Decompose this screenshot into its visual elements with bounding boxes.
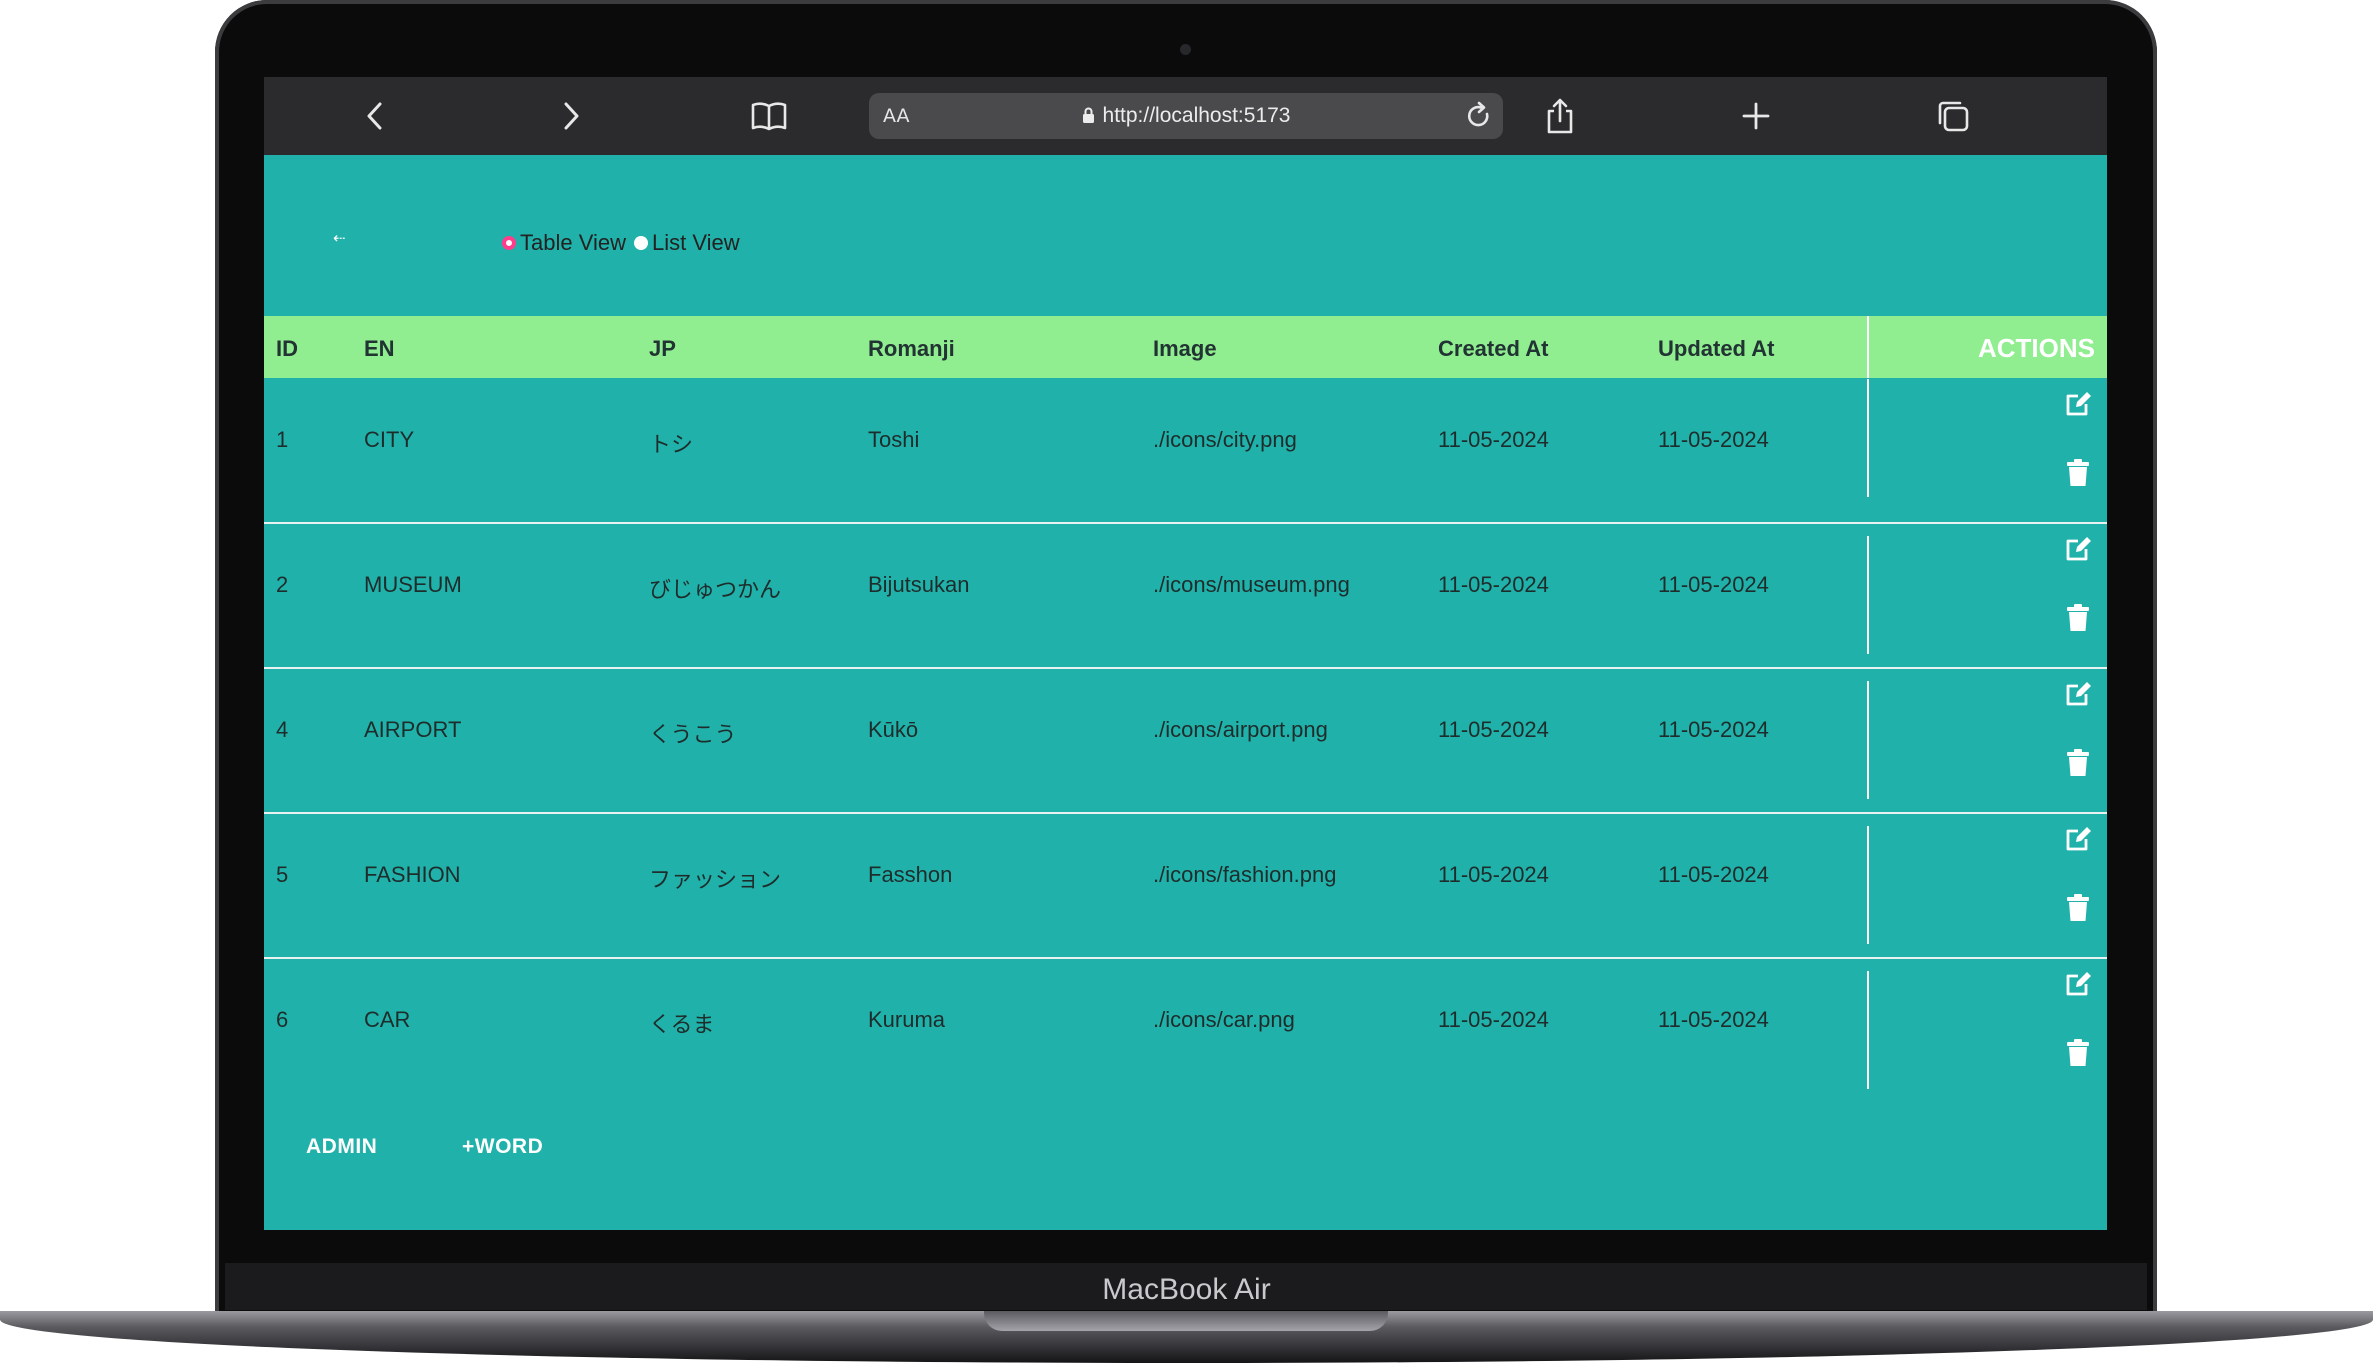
table-row: 6 CAR くるま Kuruma ./icons/car.png 11-05-2024 11… xyxy=(264,959,2107,1104)
cell-romanji: Toshi xyxy=(868,427,920,452)
trash-icon[interactable] xyxy=(2063,748,2093,778)
cell-en: CAR xyxy=(364,1007,411,1032)
url-text: http://localhost:5173 xyxy=(1102,104,1291,127)
row-divider xyxy=(1867,536,1869,654)
plus-icon[interactable] xyxy=(1736,96,1776,136)
header-id: ID xyxy=(276,336,298,361)
row-divider xyxy=(1867,826,1869,944)
tabs-icon[interactable] xyxy=(1933,96,1973,136)
row-divider xyxy=(1867,971,1869,1089)
reload-icon[interactable] xyxy=(1465,101,1493,136)
trash-icon[interactable] xyxy=(2063,458,2093,488)
cell-image: ./icons/car.png xyxy=(1153,1007,1295,1032)
cell-jp: ファッション xyxy=(649,867,782,892)
table-header: ID EN JP Romanji Image Created At Update… xyxy=(264,316,2107,378)
row-divider xyxy=(1867,681,1869,799)
chevron-right-icon[interactable] xyxy=(551,96,591,136)
add-word-button[interactable]: +WORD xyxy=(462,1135,543,1159)
camera xyxy=(1180,44,1191,55)
cell-updated-at: 11-05-2024 xyxy=(1658,862,1769,887)
back-link[interactable]: ⇠ xyxy=(333,229,346,247)
cell-created-at: 11-05-2024 xyxy=(1438,427,1549,452)
cell-jp: トシ xyxy=(649,432,694,457)
cell-romanji: Kuruma xyxy=(868,1007,946,1032)
header-image: Image xyxy=(1153,336,1217,361)
view-toggle: Table View List View xyxy=(502,230,748,256)
header-en: EN xyxy=(364,336,395,361)
cell-image: ./icons/city.png xyxy=(1153,427,1297,452)
list-view-label[interactable]: List View xyxy=(652,230,740,256)
cell-en: FASHION xyxy=(364,862,461,887)
chevron-left-icon[interactable] xyxy=(355,96,395,136)
header-romanji: Romanji xyxy=(868,336,955,361)
header-jp: JP xyxy=(649,336,676,361)
header-updated-at: Updated At xyxy=(1658,336,1775,361)
edit-icon[interactable] xyxy=(2063,969,2093,999)
cell-updated-at: 11-05-2024 xyxy=(1658,717,1769,742)
cell-updated-at: 11-05-2024 xyxy=(1658,572,1769,597)
table-row: 1 CITY トシ Toshi ./icons/city.png 11-05-2024 11… xyxy=(264,379,2107,524)
header-created-at: Created At xyxy=(1438,336,1549,361)
cell-en: AIRPORT xyxy=(364,717,462,742)
table-view-radio[interactable] xyxy=(502,236,516,250)
cell-image: ./icons/museum.png xyxy=(1153,572,1350,597)
cell-updated-at: 11-05-2024 xyxy=(1658,1007,1769,1032)
cell-id: 6 xyxy=(276,1007,289,1032)
cell-jp: びじゅつかん xyxy=(649,577,782,602)
cell-created-at: 11-05-2024 xyxy=(1438,717,1549,742)
edit-icon[interactable] xyxy=(2063,824,2093,854)
laptop-notch xyxy=(984,1311,1388,1331)
cell-created-at: 11-05-2024 xyxy=(1438,1007,1549,1032)
edit-icon[interactable] xyxy=(2063,534,2093,564)
cell-created-at: 11-05-2024 xyxy=(1438,862,1549,887)
row-divider xyxy=(1867,379,1869,497)
address-bar[interactable]: AA http://localhost:5173 xyxy=(869,93,1503,139)
device-brand: MacBook Air xyxy=(1102,1273,1271,1306)
cell-image: ./icons/airport.png xyxy=(1153,717,1328,742)
header-actions: ACTIONS xyxy=(1978,333,2095,363)
cell-id: 1 xyxy=(276,427,289,452)
edit-icon[interactable] xyxy=(2063,389,2093,419)
table-row: 2 MUSEUM びじゅつかん Bijutsukan ./icons/museum.pn… xyxy=(264,524,2107,669)
trash-icon[interactable] xyxy=(2063,603,2093,633)
cell-en: CITY xyxy=(364,427,415,452)
cell-romanji: Bijutsukan xyxy=(868,572,970,597)
cell-updated-at: 11-05-2024 xyxy=(1658,427,1769,452)
cell-created-at: 11-05-2024 xyxy=(1438,572,1549,597)
cell-en: MUSEUM xyxy=(364,572,462,597)
cell-romanji: Kūkō xyxy=(868,717,919,742)
cell-id: 2 xyxy=(276,572,289,597)
browser-screen: AA http://localhost:5173 ⇠ Table View Li… xyxy=(264,77,2107,1230)
lock-icon xyxy=(1082,106,1095,130)
browser-toolbar: AA http://localhost:5173 xyxy=(264,77,2107,155)
list-view-radio[interactable] xyxy=(634,236,648,250)
book-icon[interactable] xyxy=(749,96,789,136)
edit-icon[interactable] xyxy=(2063,679,2093,709)
share-icon[interactable] xyxy=(1540,96,1580,136)
cell-romanji: Fasshon xyxy=(868,862,953,887)
cell-id: 5 xyxy=(276,862,289,887)
table-view-label[interactable]: Table View xyxy=(520,230,626,256)
trash-icon[interactable] xyxy=(2063,1038,2093,1068)
table-row: 4 AIRPORT くうこう Kūkō ./icons/airport.png 11-05… xyxy=(264,669,2107,814)
cell-image: ./icons/fashion.png xyxy=(1153,862,1337,887)
cell-jp: くるま xyxy=(649,1012,715,1037)
header-divider xyxy=(1867,316,1869,378)
admin-button[interactable]: ADMIN xyxy=(306,1135,377,1159)
url-display[interactable]: http://localhost:5173 xyxy=(869,104,1503,130)
cell-id: 4 xyxy=(276,717,289,742)
table-row: 5 FASHION ファッション Fasshon ./icons/fashion.png… xyxy=(264,814,2107,959)
cell-jp: くうこう xyxy=(649,722,737,747)
trash-icon[interactable] xyxy=(2063,893,2093,923)
